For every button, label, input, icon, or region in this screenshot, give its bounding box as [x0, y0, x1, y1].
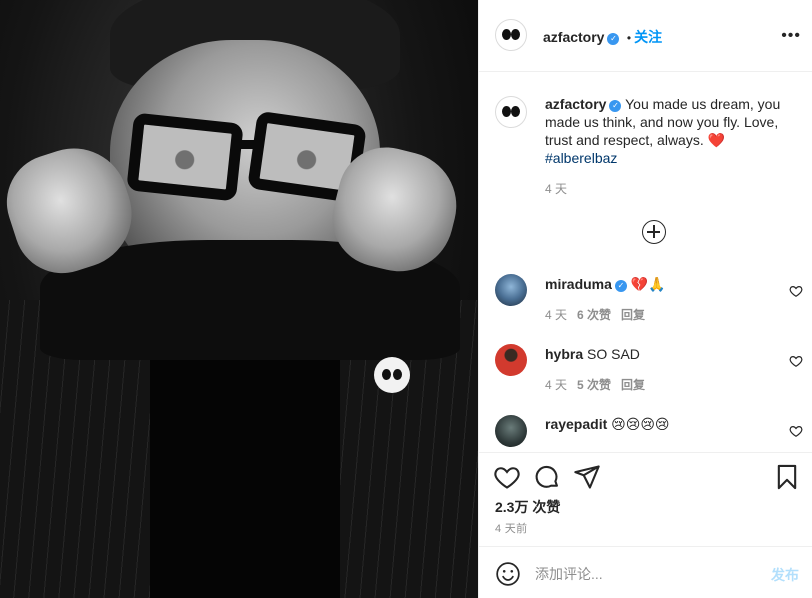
verified-badge-icon: ✓	[614, 280, 627, 292]
comment-item: rayepadit 😢😢😢😢	[545, 415, 670, 433]
photo-glasses-left	[126, 112, 244, 202]
share-paper-plane-icon[interactable]	[573, 463, 601, 491]
photo-lapel-pin	[374, 357, 410, 393]
more-options-icon[interactable]: •••	[781, 27, 801, 45]
caption-avatar[interactable]	[495, 96, 527, 128]
post-comment-button[interactable]: 发布	[771, 565, 799, 585]
caption-time[interactable]: 4 天	[545, 180, 567, 197]
post-photo[interactable]	[0, 0, 478, 598]
comment-item: hybra SO SAD	[545, 345, 640, 363]
verified-badge-icon: ✓	[609, 100, 622, 112]
header-account-line: azfactory ✓ • 关注	[543, 27, 662, 47]
post-side-panel: azfactory ✓ • 关注 ••• azfactory ✓ You made u…	[478, 0, 812, 598]
emoji-smiley-icon[interactable]	[495, 561, 521, 587]
comment-likes[interactable]: 5 次赞	[577, 378, 611, 392]
load-more-comments-icon[interactable]	[642, 220, 666, 244]
post-date[interactable]: 4 天前	[495, 520, 527, 536]
comment-text: SO SAD	[587, 346, 640, 362]
post-header: azfactory ✓ • 关注 •••	[479, 0, 812, 72]
comment-username[interactable]: rayepadit	[545, 416, 607, 432]
caption-username[interactable]: azfactory	[545, 96, 606, 112]
comment-like-heart-icon[interactable]	[789, 354, 803, 368]
likes-count[interactable]: 2.3万 次赞	[495, 497, 560, 517]
comment-bubble-icon[interactable]	[533, 463, 561, 491]
comment-like-heart-icon[interactable]	[789, 284, 803, 298]
account-avatar[interactable]	[495, 19, 527, 51]
comment-meta: 4 天 6 次赞 回复	[545, 306, 645, 323]
like-heart-icon[interactable]	[493, 463, 521, 491]
comment-time[interactable]: 4 天	[545, 308, 567, 322]
comment-composer: 发布	[479, 546, 812, 598]
comment-input[interactable]	[535, 564, 735, 584]
comment-time[interactable]: 4 天	[545, 378, 567, 392]
comment-avatar[interactable]	[495, 274, 527, 306]
comment-likes[interactable]: 6 次赞	[577, 308, 611, 322]
comment-reply-button[interactable]: 回复	[621, 378, 645, 392]
post-actions: 2.3万 次赞 4 天前	[479, 452, 812, 546]
comment-text: 💔🙏	[630, 276, 666, 292]
comment-item: miraduma ✓ 💔🙏	[545, 275, 666, 293]
bookmark-icon[interactable]	[773, 463, 801, 491]
header-separator: •	[626, 31, 632, 45]
follow-button[interactable]: 关注	[634, 29, 662, 45]
photo-glasses-bridge	[236, 140, 258, 149]
comment-reply-button[interactable]: 回复	[621, 308, 645, 322]
comments-list[interactable]: azfactory ✓ You made us dream, you made u…	[479, 72, 812, 452]
comment-meta: 4 天 5 次赞 回复	[545, 376, 645, 393]
comment-avatar[interactable]	[495, 415, 527, 447]
comment-like-heart-icon[interactable]	[789, 424, 803, 438]
comment-username[interactable]: miraduma	[545, 276, 612, 292]
comment-text: 😢😢😢😢	[611, 416, 670, 432]
verified-badge-icon: ✓	[607, 33, 620, 45]
caption-hashtag[interactable]: #alberelbaz	[545, 150, 617, 166]
caption: azfactory ✓ You made us dream, you made u…	[545, 95, 800, 167]
account-username[interactable]: azfactory	[543, 29, 604, 45]
comment-avatar[interactable]	[495, 344, 527, 376]
comment-username[interactable]: hybra	[545, 346, 583, 362]
